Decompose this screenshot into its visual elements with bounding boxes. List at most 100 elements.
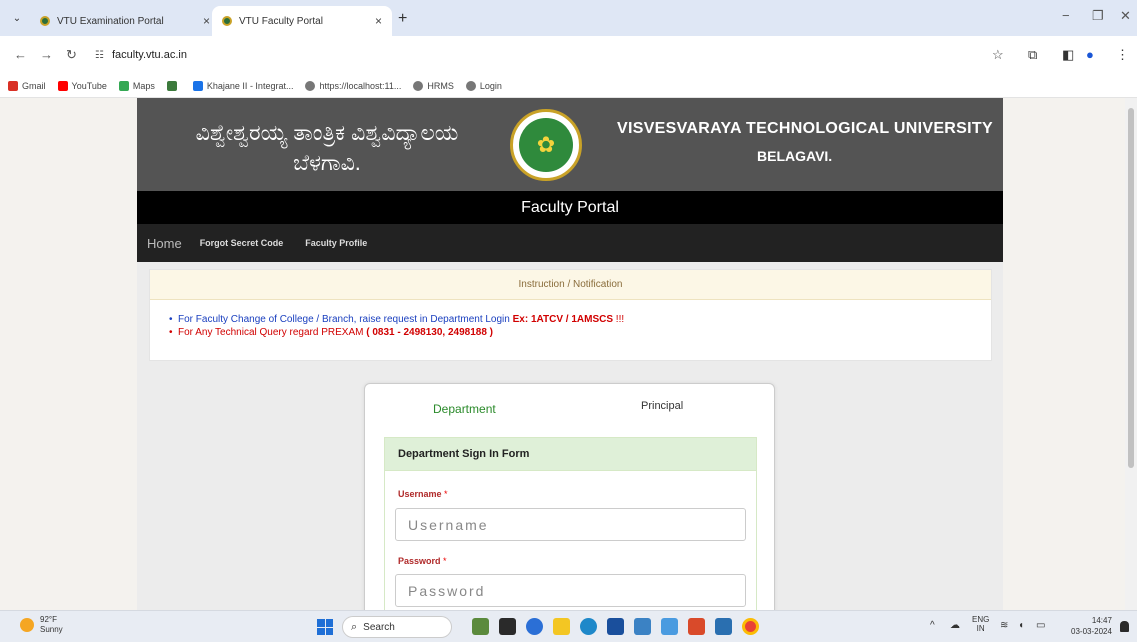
store-icon[interactable]	[607, 618, 624, 635]
english-university-name: VISVESVARAYA TECHNOLOGICAL UNIVERSITY	[617, 120, 993, 137]
file-explorer-icon[interactable]	[553, 618, 570, 635]
onedrive-cloud-icon[interactable]: ☁	[950, 620, 960, 631]
people-app-icon[interactable]	[472, 618, 489, 635]
task-view-icon[interactable]	[499, 618, 516, 635]
start-button[interactable]	[317, 619, 333, 635]
menu-kebab-icon[interactable]: ⋮	[1116, 47, 1129, 63]
restore-icon[interactable]: ❐	[1092, 8, 1104, 24]
edge-icon[interactable]	[580, 618, 597, 635]
vtu-favicon-icon	[40, 16, 50, 26]
system-clock[interactable]: 14:47 03-03-2024	[1071, 615, 1112, 637]
chat-icon[interactable]	[526, 618, 543, 635]
reload-icon[interactable]: ↻	[66, 47, 77, 63]
form-title: Department Sign In Form	[385, 438, 756, 471]
university-header: ವಿಶ್ವೇಶ್ವರಯ್ಯ ತಾಂತ್ರಿಕ ವಿಶ್ವವಿದ್ಯಾಲಯ ಬೆಳ…	[137, 98, 1003, 191]
tab-title: VTU Faculty Portal	[239, 15, 323, 27]
username-label: Username *	[398, 489, 448, 499]
sun-icon	[20, 618, 34, 632]
portal-title: Faculty Portal	[137, 191, 1003, 224]
menu-home-link[interactable]: Home	[147, 236, 182, 251]
tab-department[interactable]: Department	[433, 402, 496, 416]
page-viewport: ವಿಶ್ವೇಶ್ವರಯ್ಯ ತಾಂತ್ರಿಕ ವಿಶ್ವವಿದ್ಯಾಲಯ ಬೆಳ…	[0, 98, 1137, 610]
menu-forgot-secret-code-link[interactable]: Forgot Secret Code	[200, 238, 284, 248]
notification-list: For Faculty Change of College / Branch, …	[150, 300, 991, 338]
close-tab-icon[interactable]: ×	[203, 14, 210, 28]
notification-item: For Any Technical Query regard PREXAM ( …	[169, 327, 991, 338]
tab-search-chevron-icon[interactable]: ⌄	[8, 10, 26, 28]
gmail-icon	[8, 80, 18, 91]
windows-taskbar: 92°F Sunny ⌕ Search ^ ☁ ENG IN ≋ ◖ ▭ 14:…	[0, 610, 1137, 642]
emblem-icon: ✿	[519, 118, 573, 172]
browser-tab-faculty-portal[interactable]: VTU Faculty Portal ×	[212, 6, 392, 36]
tab-title: VTU Examination Portal	[57, 15, 164, 27]
bookmark-hrms[interactable]: HRMS	[413, 80, 454, 91]
app-icon[interactable]	[661, 618, 678, 635]
address-bar[interactable]: ☷ faculty.vtu.ac.in	[95, 42, 1015, 68]
search-icon: ⌕	[351, 620, 358, 633]
globe-icon	[305, 80, 316, 91]
tab-principal[interactable]: Principal	[641, 400, 683, 412]
menu-faculty-profile-link[interactable]: Faculty Profile	[305, 238, 367, 248]
app-icon[interactable]	[634, 618, 651, 635]
notification-bell-icon[interactable]	[1120, 621, 1129, 632]
chrome-icon[interactable]	[742, 618, 759, 635]
volume-icon[interactable]: ◖	[1018, 620, 1024, 631]
bookmark-youtube[interactable]: YouTube	[57, 80, 107, 91]
side-panel-icon[interactable]: ◧	[1062, 47, 1074, 63]
scrollbar-thumb[interactable]	[1128, 108, 1134, 468]
required-marker: *	[443, 556, 447, 566]
bookmark-login[interactable]: Login	[465, 80, 502, 91]
battery-icon[interactable]: ▭	[1036, 620, 1045, 631]
weather-widget[interactable]: 92°F Sunny	[20, 615, 63, 635]
notification-heading: Instruction / Notification	[150, 270, 991, 300]
bookmark-site-icon	[166, 80, 177, 91]
taskbar-search[interactable]: ⌕ Search	[342, 616, 452, 638]
youtube-icon	[57, 80, 68, 91]
app-icon[interactable]	[715, 618, 732, 635]
site-settings-icon[interactable]: ☷	[95, 50, 104, 61]
show-hidden-icons-chevron-icon[interactable]: ^	[930, 620, 935, 631]
kannada-university-name: ವಿಶ್ವೇಶ್ವರಯ್ಯ ತಾಂತ್ರಿಕ ವಿಶ್ವವಿದ್ಯಾಲಯ ಬೆಳ…	[195, 120, 459, 175]
forward-arrow-icon[interactable]: →	[40, 47, 53, 62]
login-tabs: Department Principal	[365, 400, 774, 420]
new-tab-plus-icon[interactable]: +	[398, 10, 407, 28]
main-content: Instruction / Notification For Faculty C…	[137, 262, 1003, 610]
close-tab-icon[interactable]: ×	[375, 14, 382, 28]
bookmark-khajane[interactable]: Khajane II - Integrat...	[192, 80, 293, 91]
close-window-icon[interactable]: ✕	[1120, 8, 1131, 24]
language-indicator[interactable]: ENG IN	[972, 615, 989, 633]
notification-panel: Instruction / Notification For Faculty C…	[149, 269, 992, 361]
required-marker: *	[444, 489, 448, 499]
globe-icon	[413, 80, 424, 91]
username-input[interactable]	[395, 508, 746, 541]
vtu-logo: ✿	[510, 109, 582, 181]
department-sign-in-form: Department Sign In Form Username * Passw…	[384, 437, 757, 610]
page-scrollbar[interactable]	[1125, 98, 1137, 610]
login-card: Department Principal Department Sign In …	[364, 383, 775, 610]
bookmark-unlabeled[interactable]	[166, 80, 181, 91]
browser-tab-examination-portal[interactable]: VTU Examination Portal ×	[30, 6, 220, 36]
bookmark-maps[interactable]: Maps	[118, 80, 155, 91]
khajane-icon	[192, 80, 203, 91]
browser-tab-bar: ⌄ VTU Examination Portal × VTU Faculty P…	[0, 0, 1137, 36]
bookmarks-bar: Gmail YouTube Maps Khajane II - Integrat…	[0, 74, 1137, 98]
wifi-icon[interactable]: ≋	[1000, 620, 1008, 631]
maps-icon	[118, 80, 129, 91]
globe-icon	[465, 80, 476, 91]
minimize-icon[interactable]: −	[1062, 8, 1070, 23]
vtu-favicon-icon	[222, 16, 232, 26]
app-icon[interactable]	[688, 618, 705, 635]
browser-toolbar: ← → ↻ ☷ faculty.vtu.ac.in ☆ ⧉ ◧ ● ⋮	[0, 36, 1137, 74]
bookmark-localhost[interactable]: https://localhost:11...	[305, 80, 401, 91]
university-location: BELAGAVI.	[757, 148, 833, 164]
extensions-icon[interactable]: ⧉	[1028, 47, 1037, 63]
main-menu: Home Forgot Secret Code Faculty Profile	[137, 224, 1003, 262]
bookmark-gmail[interactable]: Gmail	[8, 80, 46, 91]
password-input[interactable]	[395, 574, 746, 607]
bookmark-star-icon[interactable]: ☆	[992, 47, 1004, 63]
password-label: Password *	[398, 556, 447, 566]
address-url: faculty.vtu.ac.in	[111, 49, 187, 61]
profile-avatar-icon[interactable]: ●	[1086, 47, 1094, 62]
notification-item: For Faculty Change of College / Branch, …	[169, 314, 991, 325]
back-arrow-icon[interactable]: ←	[14, 47, 27, 62]
